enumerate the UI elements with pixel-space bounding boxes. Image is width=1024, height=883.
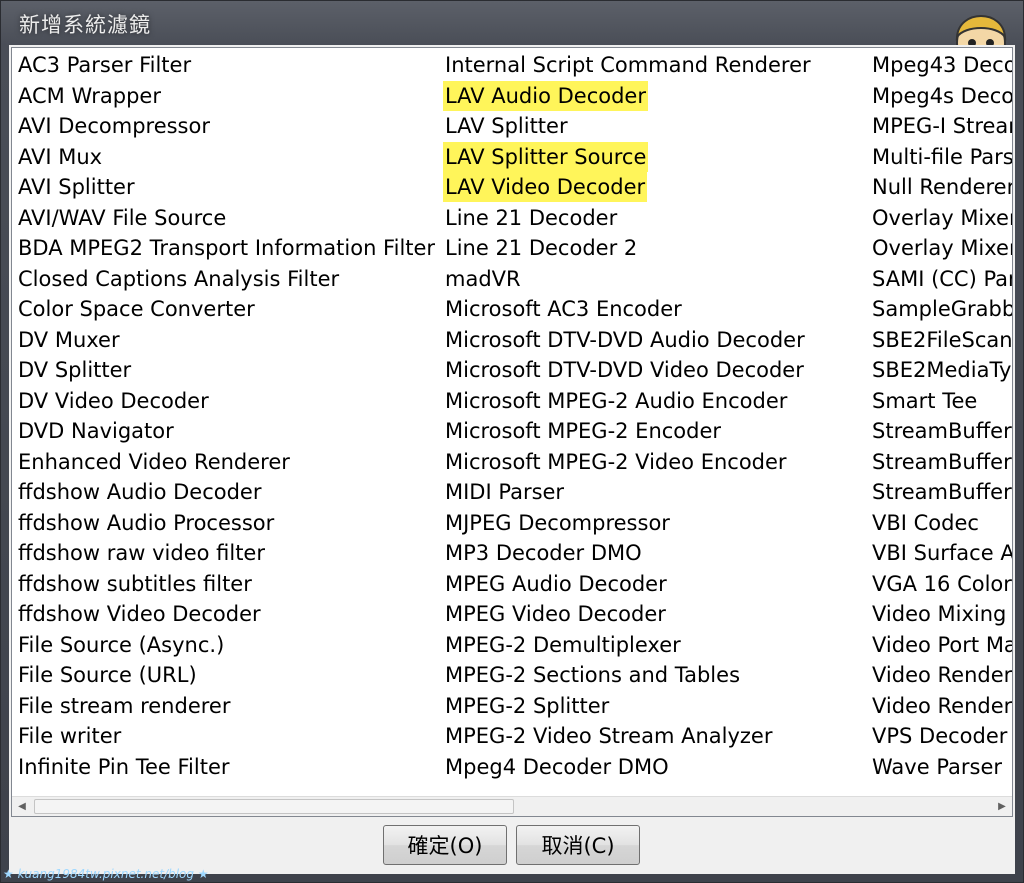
filter-list-item[interactable]: LAV Audio Decoder <box>443 80 648 111</box>
filter-list-item[interactable]: MIDI Parser <box>443 477 566 507</box>
filter-list-item[interactable]: MPEG Audio Decoder <box>443 569 669 599</box>
filter-list-item[interactable]: Overlay Mixer2 <box>870 233 1012 263</box>
filter-list-item[interactable]: AVI Splitter <box>16 172 137 202</box>
filter-list-item[interactable]: ffdshow Video Decoder <box>16 599 263 629</box>
ok-button[interactable]: 確定(O) <box>383 825 507 865</box>
filter-list-item[interactable]: Mpeg43 Decoder DMO <box>870 50 1012 80</box>
filter-list-item[interactable]: Color Space Converter <box>16 294 257 324</box>
filter-list-item[interactable]: MPEG-2 Demultiplexer <box>443 630 683 660</box>
filter-list-item[interactable]: Smart Tee <box>870 386 979 416</box>
filter-list-item[interactable]: MPEG-2 Splitter <box>443 691 611 721</box>
filter-list-item[interactable]: MPEG-2 Sections and Tables <box>443 660 742 690</box>
filter-list-item[interactable]: AC3 Parser Filter <box>16 50 193 80</box>
filter-list-item[interactable]: Microsoft DTV-DVD Audio Decoder <box>443 325 807 355</box>
filter-list-item[interactable]: Infinite Pin Tee Filter <box>16 752 232 782</box>
scroll-left-arrow-icon[interactable]: ◀ <box>12 797 32 816</box>
filter-list-item[interactable]: SBE2FileScan <box>870 325 1012 355</box>
filter-list-item[interactable]: DV Splitter <box>16 355 133 385</box>
filter-list-item[interactable]: ffdshow subtitles filter <box>16 569 254 599</box>
filter-list-item[interactable]: Microsoft MPEG-2 Video Encoder <box>443 447 789 477</box>
filter-list-item[interactable]: MJPEG Decompressor <box>443 508 672 538</box>
filter-list-item[interactable]: Line 21 Decoder <box>443 203 619 233</box>
filter-list-item[interactable]: AVI Mux <box>16 142 104 172</box>
dialog-client-area: AC3 Parser Filter ACM Wrapper AVI Decompre… <box>9 45 1015 874</box>
filter-list-item[interactable]: Microsoft DTV-DVD Video Decoder <box>443 355 806 385</box>
filter-list-item[interactable]: DV Muxer <box>16 325 122 355</box>
add-system-filter-dialog: 新增系統濾鏡 AC3 Parser Filter ACM Wrapper AVI D… <box>0 0 1024 883</box>
filter-list-item[interactable]: File Source (URL) <box>16 660 199 690</box>
filter-list-item[interactable]: Microsoft AC3 Encoder <box>443 294 684 324</box>
filter-list-item[interactable]: Video Renderer <box>870 691 1012 721</box>
filter-list-item[interactable]: Overlay Mixer <box>870 203 1012 233</box>
scrollbar-thumb[interactable] <box>34 799 514 814</box>
filter-list-item[interactable]: Video Mixing Renderer 9 <box>870 599 1012 629</box>
filter-list-item[interactable]: File writer <box>16 721 123 751</box>
filter-list-item[interactable]: AVI Decompressor <box>16 111 212 141</box>
filter-list-item[interactable]: Video Renderer <box>870 660 1012 690</box>
filter-list-item[interactable]: StreamBufferSink2 <box>870 447 1012 477</box>
filter-list-item[interactable]: ffdshow raw video filter <box>16 538 267 568</box>
filter-list-item[interactable]: Enhanced Video Renderer <box>16 447 292 477</box>
filter-list-item[interactable]: Wave Parser <box>870 752 1004 782</box>
filter-list-item[interactable]: StreamBufferSource <box>870 477 1012 507</box>
filter-list-item[interactable]: DVD Navigator <box>16 416 176 446</box>
filter-list-item[interactable]: MPEG-2 Video Stream Analyzer <box>443 721 775 751</box>
cancel-button[interactable]: 取消(C) <box>516 825 640 865</box>
filter-list-item[interactable]: Internal Script Command Renderer <box>443 50 813 80</box>
filter-list-item[interactable]: SBE2MediaTypeProfile <box>870 355 1012 385</box>
filter-list-item[interactable]: VGA 16 Color Ditherer <box>870 569 1012 599</box>
title-bar[interactable]: 新增系統濾鏡 <box>1 1 1023 74</box>
filter-list-item[interactable]: ACM Wrapper <box>16 81 163 111</box>
filter-list-item[interactable]: Microsoft MPEG-2 Audio Encoder <box>443 386 789 416</box>
window-title: 新增系統濾鏡 <box>19 13 151 37</box>
filter-list-item[interactable]: Closed Captions Analysis Filter <box>16 264 341 294</box>
scroll-right-arrow-icon[interactable]: ▶ <box>992 797 1012 816</box>
filter-list-item[interactable]: Video Port Manager <box>870 630 1012 660</box>
filter-list-item[interactable]: MP3 Decoder DMO <box>443 538 644 568</box>
filter-list-item[interactable]: File stream renderer <box>16 691 232 721</box>
filter-list-item[interactable]: VPS Decoder <box>870 721 1009 751</box>
filter-list-item[interactable]: Mpeg4 Decoder DMO <box>443 752 671 782</box>
filter-list-item[interactable]: File Source (Async.) <box>16 630 226 660</box>
filter-list-item[interactable]: VBI Surface Allocator <box>870 538 1012 568</box>
filter-list-item[interactable]: Line 21 Decoder 2 <box>443 233 639 263</box>
filter-listbox[interactable]: AC3 Parser Filter ACM Wrapper AVI Decompre… <box>11 47 1013 817</box>
filter-list-item[interactable]: LAV Splitter Source <box>443 141 649 172</box>
filter-list-item[interactable]: BDA MPEG2 Transport Information Filter <box>16 233 437 263</box>
filter-list-item[interactable]: Null Renderer <box>870 172 1012 202</box>
filter-list-item[interactable]: SAMI (CC) Parser <box>870 264 1012 294</box>
horizontal-scrollbar[interactable]: ◀ ▶ <box>12 796 1012 816</box>
filter-list-item[interactable]: MPEG-I Stream Splitter <box>870 111 1012 141</box>
watermark-text: ★ kuang1984tw.pixnet.net/blog ★ <box>3 867 209 881</box>
filter-list-item[interactable]: Microsoft MPEG-2 Encoder <box>443 416 723 446</box>
filter-list-item[interactable]: ffdshow Audio Processor <box>16 508 276 538</box>
filter-list-item[interactable]: LAV Splitter <box>443 111 570 141</box>
filter-list-item[interactable]: madVR <box>443 264 523 294</box>
filter-list-item[interactable]: VBI Codec <box>870 508 981 538</box>
filter-list-item[interactable]: Mpeg4s Decoder DMO <box>870 81 1012 111</box>
filter-list-item[interactable]: ffdshow Audio Decoder <box>16 477 263 507</box>
filter-list-item[interactable]: StreamBufferSink <box>870 416 1012 446</box>
filter-list-item[interactable]: SampleGrabber <box>870 294 1012 324</box>
filter-list-item[interactable]: Multi-file Parser <box>870 142 1012 172</box>
filter-list-item[interactable]: AVI/WAV File Source <box>16 203 228 233</box>
filter-list-item[interactable]: LAV Video Decoder <box>443 172 648 202</box>
filter-list-item[interactable]: MPEG Video Decoder <box>443 599 668 629</box>
filter-list-item[interactable]: DV Video Decoder <box>16 386 211 416</box>
